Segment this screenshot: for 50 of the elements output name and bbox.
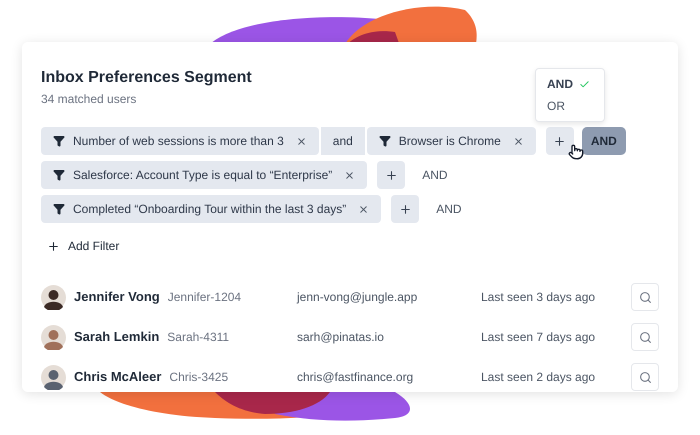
last-seen: Last seen 7 days ago [481,329,596,346]
user-name: Sarah Lemkin [74,328,160,346]
filter-label: Salesforce: Account Type is equal to “Enterprise” [73,167,332,184]
segment-title: Inbox Preferences Segment [41,68,252,88]
plus-icon [398,202,412,216]
hand-cursor-icon [568,144,584,160]
connector-label: and [320,127,365,155]
filter-icon [53,135,65,147]
filter-chip[interactable]: Completed “Onboarding Tour within the last 3 days” [41,195,382,223]
user-email: jenn-vong@jungle.app [297,289,418,306]
search-button[interactable] [631,283,659,311]
plus-icon [553,134,566,148]
combinator-button[interactable]: AND [427,195,471,223]
plus-icon [384,168,398,182]
remove-icon[interactable] [512,136,524,146]
user-name: Chris McAleer [74,368,162,386]
search-icon [638,290,652,304]
remove-icon[interactable] [358,204,370,214]
combinator-button[interactable]: AND [413,161,457,189]
menu-option[interactable]: AND [536,73,604,95]
user-name: Jennifer Vong [74,288,160,306]
filter-chip[interactable]: Number of web sessions is more than 3 [41,127,319,155]
user-handle: Sarah-4311 [167,329,230,346]
user-email: sarh@pinatas.io [297,329,384,346]
filter-icon [53,169,65,181]
user-handle: Chris-3425 [169,369,228,386]
add-condition-button[interactable] [546,127,574,155]
combinator-button[interactable]: AND [582,127,626,155]
search-button[interactable] [631,323,659,351]
filter-icon [378,135,391,147]
check-icon [579,78,590,90]
add-filter-button[interactable]: Add Filter [41,235,120,257]
user-email: chris@fastfinance.org [297,369,414,386]
filter-label: Browser is Chrome [398,133,501,150]
menu-option[interactable]: OR [536,95,604,117]
filter-chip[interactable]: Browser is Chrome [366,127,536,155]
search-button[interactable] [631,363,659,391]
search-icon [638,330,652,344]
last-seen: Last seen 2 days ago [481,369,596,386]
user-handle: Jennifer-1204 [168,289,242,306]
search-icon [638,370,652,384]
remove-icon[interactable] [296,136,307,146]
filter-icon [53,203,65,215]
plus-icon [47,240,60,252]
remove-icon[interactable] [344,170,356,180]
last-seen: Last seen 3 days ago [481,289,596,306]
filter-label: Completed “Onboarding Tour within the last 3 days” [73,201,346,218]
matched-count: 34 matched users [41,91,136,108]
filter-chip[interactable]: Salesforce: Account Type is equal to “Enterprise” [41,161,368,189]
filter-label: Number of web sessions is more than 3 [73,133,284,150]
